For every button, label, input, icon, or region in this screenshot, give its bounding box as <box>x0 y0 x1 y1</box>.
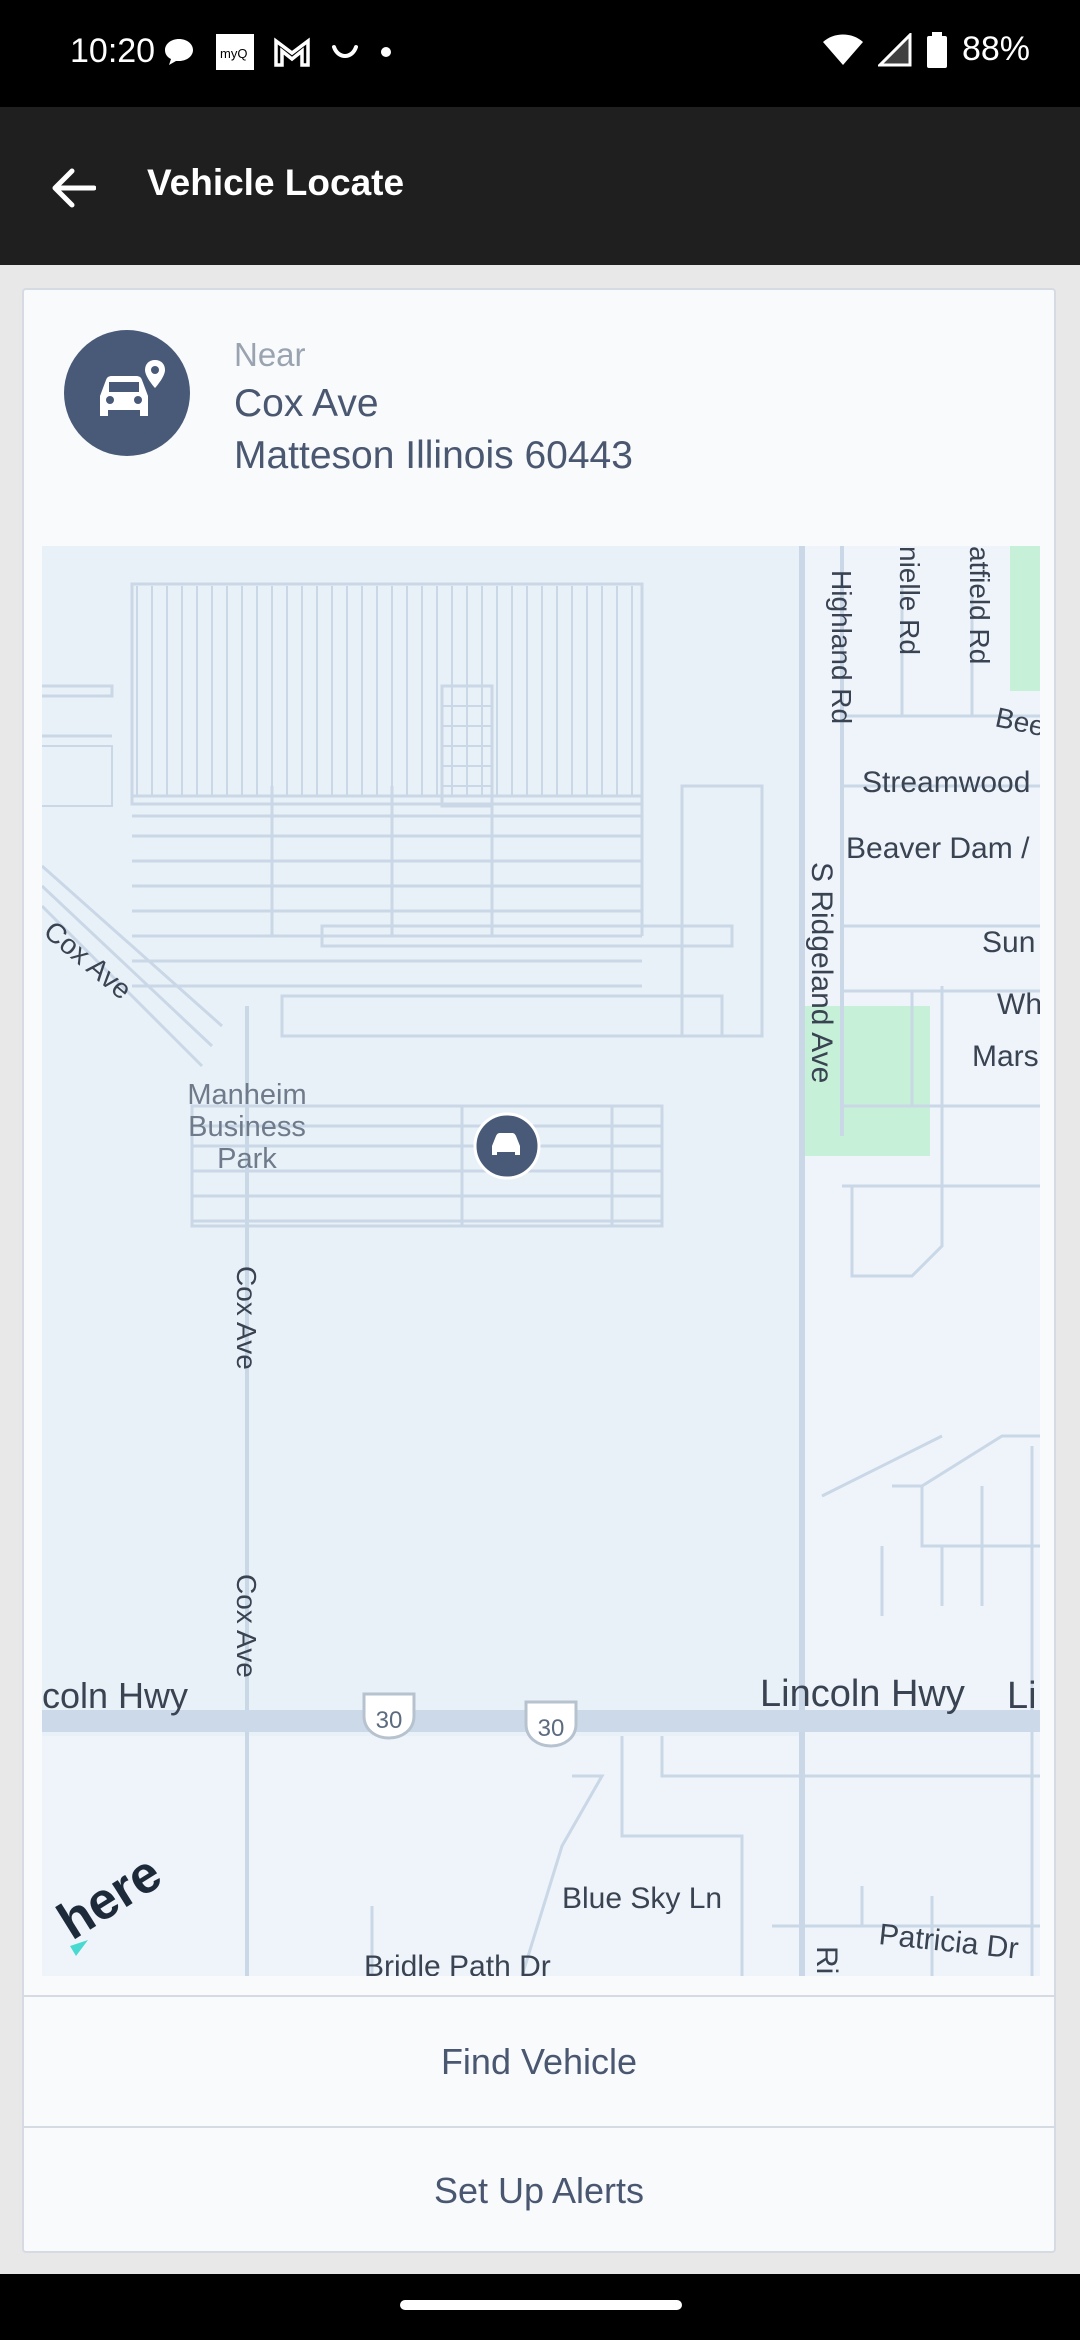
map-label: Lincoln Hwy <box>760 1673 965 1715</box>
map-label: atfield Rd <box>964 546 995 664</box>
status-time: 10:20 <box>70 32 156 70</box>
map-label: Park <box>217 1143 277 1175</box>
highway-shield-number: 30 <box>538 1715 565 1742</box>
map-label: Manheim <box>187 1079 306 1111</box>
status-bar: 10:20 myQ 88% <box>0 0 1080 107</box>
home-gesture-pill[interactable] <box>400 2300 682 2310</box>
system-nav-bar <box>0 2274 1080 2340</box>
divider <box>24 1995 1054 1997</box>
page-title: Vehicle Locate <box>147 162 405 203</box>
app-bar: Vehicle Locate <box>0 107 1080 265</box>
dot-icon <box>381 47 391 57</box>
vehicle-location-card: Near Cox Ave Matteson Illinois 60443 30 … <box>22 288 1056 2253</box>
wifi-icon <box>822 34 863 65</box>
back-button[interactable] <box>38 153 108 223</box>
near-label: Near <box>234 336 306 373</box>
map-label: Streamwood <box>862 766 1030 799</box>
map-view[interactable]: 30 30 Cox Ave Manheim Business Park Cox … <box>42 546 1040 1976</box>
status-right: 88% <box>822 30 1030 69</box>
park-area-top <box>1010 546 1040 691</box>
highway-shield-1: 30 <box>362 1692 416 1740</box>
battery-percent: 88% <box>961 30 1030 68</box>
map-label: S Ridgeland Ave <box>805 862 838 1083</box>
car-location-icon <box>100 360 165 416</box>
map-label: Cox Ave <box>231 1266 262 1370</box>
notification-icons: myQ <box>162 34 392 70</box>
street-name: Cox Ave <box>234 382 379 425</box>
gmail-icon <box>274 37 310 67</box>
vehicle-marker[interactable] <box>473 1112 541 1180</box>
map-label: Ri <box>810 1946 843 1974</box>
map-label: Mars <box>972 1040 1039 1073</box>
signal-icon <box>877 32 912 66</box>
city-state-zip: Matteson Illinois 60443 <box>234 434 633 477</box>
find-vehicle-button[interactable]: Find Vehicle <box>24 1999 1054 2125</box>
map-label: Wh <box>997 988 1040 1021</box>
arrow-left-icon <box>52 168 96 208</box>
map-label: Bridle Path Dr <box>364 1950 551 1976</box>
smile-icon <box>332 45 358 58</box>
myq-icon: myQ <box>216 34 254 70</box>
svg-text:myQ: myQ <box>220 46 247 61</box>
here-logo: here <box>42 1776 242 1976</box>
map-label: Business <box>188 1111 306 1143</box>
battery-icon <box>926 31 947 68</box>
set-up-alerts-button[interactable]: Set Up Alerts <box>24 2128 1054 2254</box>
map-label: Beaver Dam / <box>846 832 1030 865</box>
map-label: Blue Sky Ln <box>562 1882 722 1915</box>
map-label: coln Hwy <box>42 1675 188 1716</box>
map-label: nielle Rd <box>894 546 925 655</box>
highway-shield-number: 30 <box>376 1707 403 1734</box>
highway-shield-2: 30 <box>524 1700 578 1748</box>
vehicle-location-avatar <box>64 330 190 456</box>
map-label: Li <box>1007 1675 1037 1717</box>
map-label: Sun <box>982 926 1035 959</box>
map-label: Cox Ave <box>231 1574 262 1678</box>
map-label: Highland Rd <box>826 570 857 724</box>
chat-bubble-icon <box>165 39 193 65</box>
map-canvas: 30 30 Cox Ave Manheim Business Park Cox … <box>42 546 1040 1976</box>
map-label: Cox Ave <box>42 915 138 1005</box>
